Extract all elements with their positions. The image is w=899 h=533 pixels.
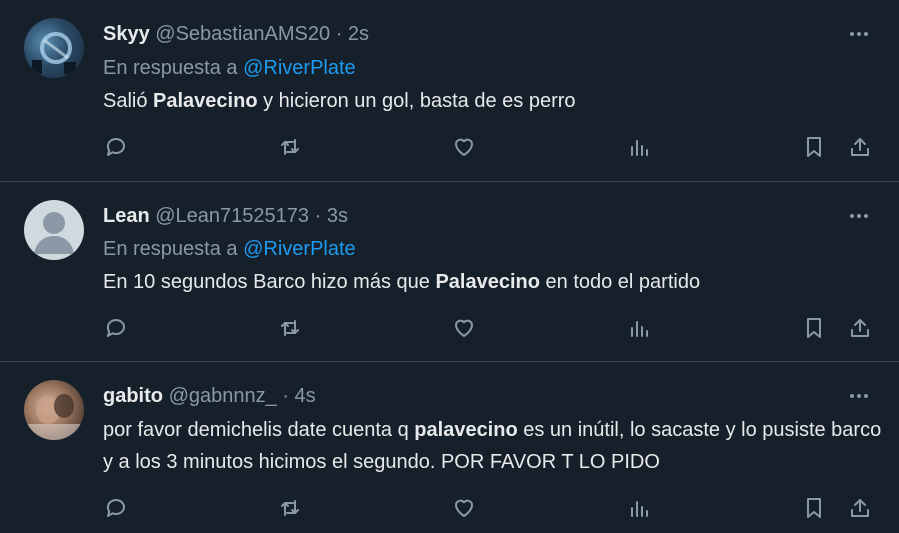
views-icon[interactable] — [625, 133, 653, 161]
separator-dot: · — [335, 23, 343, 45]
text-part: y hicieron un gol, basta de es perro — [257, 90, 576, 112]
highlighted-term: Palavecino — [435, 271, 540, 293]
like-icon[interactable] — [450, 314, 478, 342]
text-part: Salió — [103, 90, 154, 112]
user-handle[interactable]: @Lean71525173 — [155, 205, 309, 227]
bookmark-icon[interactable] — [800, 494, 828, 522]
text-part: En 10 segundos Barco hizo más que — [103, 271, 436, 293]
tweet[interactable]: gabito @gabnnnz_ · 4s por favor demichel… — [0, 362, 899, 533]
timestamp[interactable]: 2s — [348, 23, 369, 45]
user-handle[interactable]: @gabnnnz_ — [169, 385, 277, 407]
reply-icon[interactable] — [102, 133, 130, 161]
timestamp[interactable]: 3s — [327, 205, 348, 227]
views-icon[interactable] — [625, 314, 653, 342]
reply-to-line: En respuesta a @RiverPlate — [103, 237, 356, 261]
separator-dot: · — [314, 205, 322, 227]
reply-to-line: En respuesta a @RiverPlate — [103, 56, 356, 80]
bookmark-icon[interactable] — [800, 133, 828, 161]
tweet-text: Salió Palavecino y hicieron un gol, bast… — [103, 85, 883, 117]
text-part: en todo el partido — [539, 271, 701, 293]
avatar[interactable] — [24, 380, 84, 440]
tweet[interactable]: Skyy @SebastianAMS20 · 2s En respuesta a… — [0, 0, 899, 181]
avatar[interactable] — [24, 200, 84, 260]
more-options-icon[interactable] — [846, 384, 872, 408]
tweet-text: por favor demichelis date cuenta q palav… — [103, 414, 883, 478]
more-options-icon[interactable] — [846, 204, 872, 228]
display-name[interactable]: Skyy — [103, 23, 150, 45]
avatar[interactable] — [24, 18, 84, 78]
display-name[interactable]: Lean — [103, 205, 150, 227]
reply-mention-link[interactable]: @RiverPlate — [243, 238, 356, 260]
separator-dot: · — [282, 385, 289, 407]
retweet-icon[interactable] — [276, 494, 304, 522]
share-icon[interactable] — [846, 314, 874, 342]
user-handle[interactable]: @SebastianAMS20 — [155, 23, 330, 45]
display-name[interactable]: gabito — [103, 385, 163, 407]
reply-icon[interactable] — [102, 494, 130, 522]
tweet-text: En 10 segundos Barco hizo más que Palave… — [103, 266, 883, 298]
like-icon[interactable] — [450, 133, 478, 161]
retweet-icon[interactable] — [276, 314, 304, 342]
text-part: por favor demichelis date cuenta q — [103, 419, 415, 441]
highlighted-term: Palavecino — [153, 90, 258, 112]
share-icon[interactable] — [846, 133, 874, 161]
more-options-icon[interactable] — [846, 22, 872, 46]
like-icon[interactable] — [450, 494, 478, 522]
reply-icon[interactable] — [102, 314, 130, 342]
highlighted-term: palavecino — [414, 419, 518, 441]
reply-mention-link[interactable]: @RiverPlate — [243, 57, 356, 79]
retweet-icon[interactable] — [276, 133, 304, 161]
share-icon[interactable] — [846, 494, 874, 522]
reply-prefix: En respuesta a — [103, 238, 238, 260]
reply-prefix: En respuesta a — [103, 57, 238, 79]
tweet[interactable]: Lean @Lean71525173 · 3s En respuesta a @… — [0, 182, 899, 361]
views-icon[interactable] — [625, 494, 653, 522]
bookmark-icon[interactable] — [800, 314, 828, 342]
timestamp[interactable]: 4s — [295, 385, 316, 407]
